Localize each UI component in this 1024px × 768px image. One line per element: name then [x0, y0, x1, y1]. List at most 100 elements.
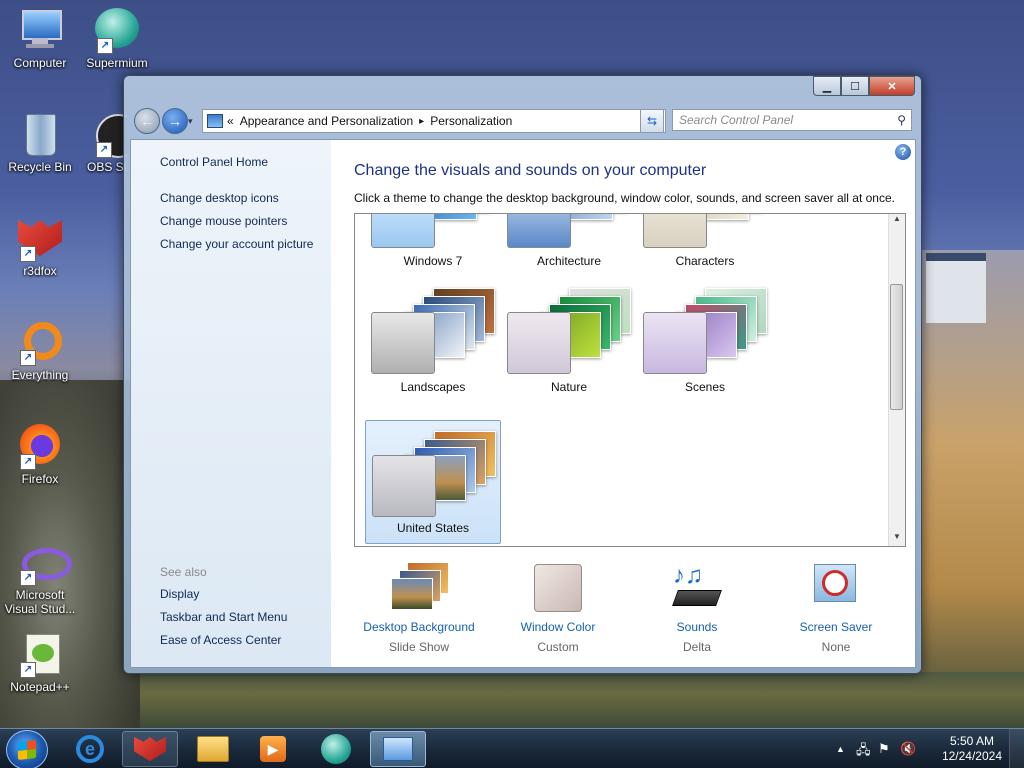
theme-list[interactable]: Windows 7 Architecture Characters Landsc…: [354, 213, 906, 547]
network-icon[interactable]: 🖧: [856, 741, 871, 763]
obs-icon: ↗: [78, 110, 127, 158]
scroll-up-icon[interactable]: ▲: [889, 214, 905, 228]
desktop-icon-computer[interactable]: Computer: [0, 6, 80, 70]
clock[interactable]: 5:50 AM 12/24/2024: [942, 734, 1002, 764]
desktop-icon-r3dfox[interactable]: ↗ r3dfox: [0, 214, 80, 278]
back-button[interactable]: ←: [134, 108, 160, 134]
theme-preview: [372, 427, 496, 517]
taskbar-media-player[interactable]: ▶: [245, 731, 301, 767]
theme-united-states[interactable]: United States: [365, 420, 501, 544]
visual-studio-icon: ↗: [16, 538, 72, 586]
show-desktop-button[interactable]: [1009, 729, 1024, 768]
maximize-button[interactable]: ☐: [841, 76, 869, 96]
shortcut-arrow-icon: ↗: [20, 350, 36, 366]
search-input[interactable]: Search Control Panel ⚲: [672, 109, 912, 131]
desktop-icon-obs[interactable]: ↗ OBS St: [77, 110, 127, 174]
taskbar-r3dfox[interactable]: [122, 731, 178, 767]
address-bar[interactable]: « Appearance and Personalization ▸ Perso…: [202, 109, 666, 133]
sounds-item[interactable]: ♪♫ Sounds Delta: [632, 560, 762, 654]
personalization-window: ▁ ☐ ✕ ← → ▾ « Appearance and Personaliza…: [123, 75, 922, 674]
system-tray: ▲ 🖧 ⚑ 🔇 5:50 AM 12/24/2024: [834, 729, 1024, 768]
forward-button[interactable]: →: [162, 108, 188, 134]
taskbar-start-menu-link[interactable]: Taskbar and Start Menu: [160, 610, 287, 624]
window-color-icon: [530, 560, 586, 616]
desktop-icon-firefox[interactable]: ↗ Firefox: [0, 422, 80, 486]
theme-preview: [643, 214, 767, 248]
theme-scenes[interactable]: Scenes: [637, 278, 773, 402]
supermium-icon: [321, 734, 351, 764]
theme-architecture[interactable]: Architecture: [501, 214, 637, 276]
close-button[interactable]: ✕: [869, 76, 915, 96]
breadcrumb-separator-icon[interactable]: ▸: [419, 116, 424, 127]
breadcrumb-personalization[interactable]: Personalization: [430, 114, 512, 128]
control-panel-home-link[interactable]: Control Panel Home: [160, 155, 268, 169]
help-icon[interactable]: ?: [895, 144, 911, 160]
display-link[interactable]: Display: [160, 587, 199, 601]
ease-of-access-link[interactable]: Ease of Access Center: [160, 633, 281, 647]
see-also-label: See also: [160, 565, 207, 579]
show-hidden-icons-icon[interactable]: ▲: [836, 744, 845, 754]
taskbar-explorer[interactable]: [185, 731, 241, 767]
theme-list-scrollbar[interactable]: ▲ ▼: [888, 214, 905, 546]
control-panel-icon: [383, 737, 413, 761]
shortcut-arrow-icon: ↗: [20, 662, 36, 678]
theme-windows-7[interactable]: Windows 7: [365, 214, 501, 276]
content-area: Control Panel Home Change desktop icons …: [130, 139, 916, 668]
left-pane: Control Panel Home Change desktop icons …: [131, 140, 331, 667]
scroll-thumb[interactable]: [890, 284, 903, 410]
volume-muted-icon[interactable]: 🔇: [900, 741, 916, 757]
desktop-icon-notepadpp[interactable]: ↗ Notepad++: [0, 630, 80, 694]
desktop-icon-everything[interactable]: ↗ Everything: [0, 318, 80, 382]
shortcut-arrow-icon: ↗: [20, 246, 36, 262]
sounds-icon: ♪♫: [669, 560, 725, 616]
notepadpp-icon: ↗: [16, 630, 64, 678]
change-desktop-icons-link[interactable]: Change desktop icons: [160, 191, 279, 205]
navigation-bar: ← → ▾ « Appearance and Personalization ▸…: [130, 104, 915, 136]
theme-landscapes[interactable]: Landscapes: [365, 278, 501, 402]
shortcut-arrow-icon: ↗: [20, 454, 36, 470]
desktop-background-icon: [391, 560, 449, 616]
r3dfox-icon: [134, 737, 166, 761]
theme-preview: [507, 284, 631, 374]
theme-characters[interactable]: Characters: [637, 214, 773, 276]
theme-preview: [371, 284, 495, 374]
taskbar: e ▶ ▲ 🖧 ⚑ 🔇 5:50 AM 12/24/2024: [0, 728, 1024, 768]
everything-icon: ↗: [16, 318, 64, 366]
breadcrumb-appearance[interactable]: Appearance and Personalization: [240, 114, 413, 128]
scroll-down-icon[interactable]: ▼: [889, 532, 905, 546]
history-dropdown-icon[interactable]: ▾: [188, 116, 193, 127]
search-icon[interactable]: ⚲: [897, 113, 906, 127]
window-color-item[interactable]: Window Color Custom: [493, 560, 623, 654]
taskbar-supermium[interactable]: [308, 731, 364, 767]
caption-buttons: ▁ ☐ ✕: [813, 76, 915, 96]
shortcut-arrow-icon: ↗: [96, 142, 112, 158]
wallpaper-house: [926, 253, 986, 323]
screen-saver-item[interactable]: Screen Saver None: [771, 560, 901, 654]
start-button[interactable]: [6, 730, 48, 768]
page-description: Click a theme to change the desktop back…: [354, 191, 895, 205]
page-title: Change the visuals and sounds on your co…: [354, 162, 707, 179]
minimize-button[interactable]: ▁: [813, 76, 841, 96]
shortcut-arrow-icon: ↗: [20, 570, 36, 586]
shortcut-arrow-icon: ↗: [97, 38, 113, 54]
recycle-bin-icon: [16, 110, 64, 158]
action-center-flag-icon[interactable]: ⚑: [878, 741, 890, 757]
theme-nature[interactable]: Nature: [501, 278, 637, 402]
refresh-button[interactable]: ⇆: [640, 109, 664, 133]
desktop-background-item[interactable]: Desktop Background Slide Show: [354, 560, 484, 654]
theme-preview: [371, 214, 495, 248]
change-mouse-pointers-link[interactable]: Change mouse pointers: [160, 214, 287, 228]
desktop-icon-visual-studio[interactable]: ↗ Microsoft Visual Stud...: [0, 538, 80, 616]
theme-settings: Desktop Background Slide Show Window Col…: [354, 560, 914, 680]
theme-preview: [643, 284, 767, 374]
computer-icon: [16, 6, 64, 54]
theme-preview: [507, 214, 631, 248]
taskbar-internet-explorer[interactable]: e: [62, 731, 118, 767]
taskbar-control-panel[interactable]: [370, 731, 426, 767]
wallpaper-grass: [140, 672, 1024, 728]
change-account-picture-link[interactable]: Change your account picture: [160, 237, 313, 251]
desktop-icon-supermium[interactable]: ↗ Supermium: [77, 6, 157, 70]
desktop-icon-recycle-bin[interactable]: Recycle Bin: [0, 110, 80, 174]
r3dfox-icon: ↗: [16, 214, 64, 262]
windows-logo-icon: [18, 740, 36, 760]
